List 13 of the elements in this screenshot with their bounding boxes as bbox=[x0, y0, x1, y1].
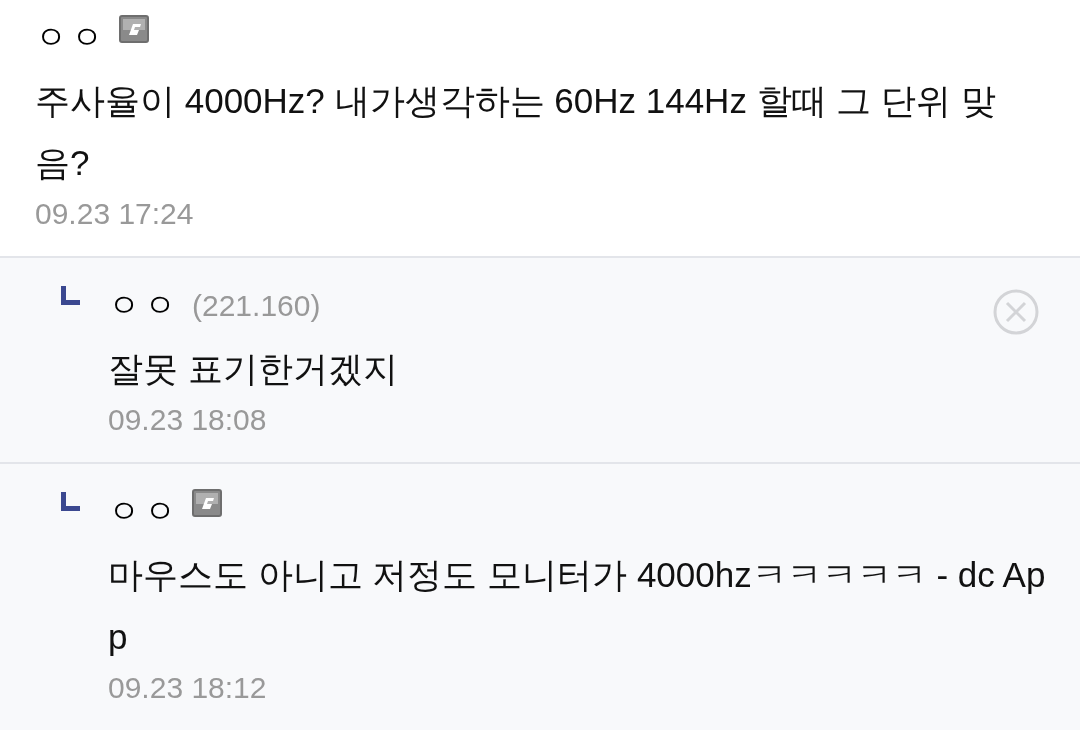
reply-arrow-icon bbox=[60, 286, 80, 306]
author-name: ㅇㅇ bbox=[108, 286, 180, 325]
reply-arrow-icon bbox=[60, 492, 80, 512]
comment-text: 마우스도 아니고 저정도 모니터가 4000hzㅋㅋㅋㅋㅋ - dc App bbox=[108, 554, 1047, 658]
comment-time: 09.23 18:12 bbox=[108, 670, 268, 706]
comment-text: 잘못 표기한거겠지 bbox=[108, 348, 399, 390]
comment-time: 09.23 17:24 bbox=[35, 196, 195, 232]
author-name: ㅇㅇ bbox=[108, 492, 180, 531]
close-button[interactable] bbox=[992, 288, 1040, 336]
ip-address: (221.160) bbox=[192, 287, 321, 324]
comment-time: 09.23 18:08 bbox=[108, 402, 268, 438]
author-name: ㅇㅇ bbox=[35, 18, 107, 57]
comment-text: 주사율이 4000Hz? 내가생각하는 60Hz 144Hz 할때 그 단위 맞음? bbox=[35, 80, 997, 184]
